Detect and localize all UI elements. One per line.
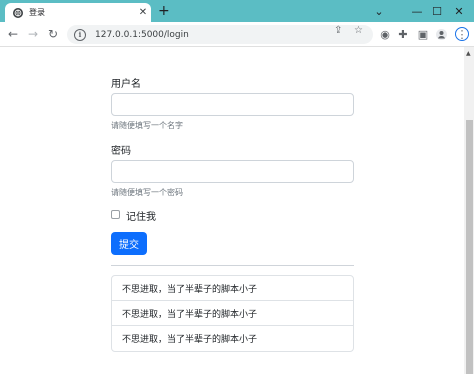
close-window-icon[interactable]: ✕: [442, 0, 474, 22]
browser-toolbar: ← → ↻ i 127.0.0.1:5000/login ⇪ ☆ ◉ ✚ ▣ ⋮: [0, 22, 474, 47]
password-label: 密码: [111, 146, 131, 157]
username-label: 用户名: [111, 79, 141, 90]
remember-me-label[interactable]: 记住我: [126, 208, 156, 223]
forward-arrow-icon[interactable]: →: [26, 27, 40, 41]
browser-tab-strip: 登录 ✕ + ⌄ — ☐ ✕: [0, 0, 474, 22]
bookmark-star-icon[interactable]: ☆: [354, 25, 363, 36]
more-menu-icon[interactable]: ⋮: [455, 27, 469, 41]
back-arrow-icon[interactable]: ←: [6, 27, 20, 41]
password-input[interactable]: [111, 160, 354, 183]
info-icon[interactable]: i: [74, 28, 86, 41]
globe-icon: [13, 7, 23, 18]
reload-icon[interactable]: ↻: [46, 27, 60, 41]
list-item: 不思进取，当了半辈子的脚本小子: [122, 335, 258, 345]
username-help-text: 请随便填写一个名字: [111, 121, 183, 130]
scrollbar-thumb[interactable]: [466, 120, 473, 374]
close-tab-icon[interactable]: ✕: [135, 7, 151, 18]
password-help-text: 请随便填写一个密码: [111, 188, 183, 197]
address-bar[interactable]: i 127.0.0.1:5000/login: [67, 25, 373, 44]
browser-tab[interactable]: 登录 ✕: [5, 3, 151, 22]
url-text[interactable]: 127.0.0.1:5000/login: [95, 30, 189, 40]
puzzle-extensions-icon[interactable]: ✚: [396, 27, 410, 41]
extension-badge-icon[interactable]: ◉: [378, 27, 392, 41]
list-item: 不思进取，当了半辈子的脚本小子: [112, 276, 353, 301]
chevron-down-icon[interactable]: ⌄: [362, 0, 396, 22]
list-item: 不思进取，当了半辈子的脚本小子: [112, 301, 353, 326]
share-icon[interactable]: ⇪: [334, 25, 342, 36]
scroll-up-arrow-icon[interactable]: ▲: [466, 50, 471, 57]
tab-title: 登录: [29, 8, 45, 17]
submit-button[interactable]: 提交: [111, 232, 147, 255]
new-tab-icon[interactable]: +: [158, 3, 170, 19]
side-panel-icon[interactable]: ▣: [416, 27, 430, 41]
remember-me-checkbox[interactable]: [111, 210, 120, 219]
username-input[interactable]: [111, 93, 354, 116]
divider: [111, 265, 354, 266]
message-list: 不思进取，当了半辈子的脚本小子 不思进取，当了半辈子的脚本小子 不思进取，当了半…: [111, 275, 354, 352]
profile-avatar-icon[interactable]: [434, 27, 448, 41]
